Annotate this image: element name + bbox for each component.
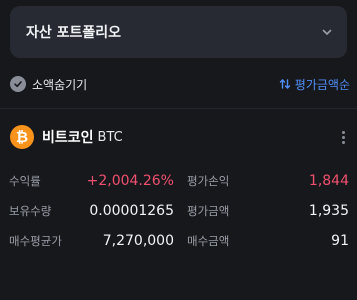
avg-price-value: 7,270,000 (102, 233, 174, 249)
portfolio-toolbar: 소액숨기기 평가금액순 (10, 72, 350, 96)
quantity-label: 보유수량 (9, 204, 52, 218)
stat-row-average: 매수평균가 7,270,000 매수금액 91 (0, 231, 357, 251)
bitcoin-logo-icon: ₿ (10, 125, 34, 149)
stat-row-yield: 수익률 +2,004.26% 평가손익 1,844 (0, 171, 357, 191)
buy-amount-value: 91 (331, 233, 349, 249)
sort-arrows-icon (279, 75, 291, 94)
divider (0, 108, 357, 109)
more-options-icon[interactable] (336, 127, 350, 147)
pnl-value: 1,844 (308, 173, 349, 189)
portfolio-dropdown-label: 자산 포트폴리오 (26, 25, 122, 41)
coin-symbol: BTC (97, 129, 123, 145)
stat-row-quantity: 보유수량 0.00001265 평가금액 1,935 (0, 201, 357, 221)
coin-name: 비트코인 (42, 130, 94, 146)
yield-label: 수익률 (9, 174, 41, 188)
yield-value: +2,004.26% (86, 173, 174, 189)
hide-small-assets-label: 소액숨기기 (32, 77, 88, 92)
hide-small-assets-toggle[interactable]: 소액숨기기 (10, 76, 87, 93)
portfolio-dropdown[interactable]: 자산 포트폴리오 (10, 6, 347, 58)
eval-amount-label: 평가금액 (187, 204, 230, 218)
chevron-down-icon (321, 26, 333, 38)
coin-header: ₿ 비트코인 BTC (10, 124, 350, 150)
pnl-label: 평가손익 (187, 174, 230, 188)
quantity-value: 0.00001265 (89, 203, 174, 219)
check-circle-icon (10, 76, 26, 92)
avg-price-label: 매수평균가 (9, 234, 62, 248)
buy-amount-label: 매수금액 (187, 234, 230, 248)
sort-label: 평가금액순 (294, 77, 350, 92)
eval-amount-value: 1,935 (308, 203, 349, 219)
sort-by-valuation-button[interactable]: 평가금액순 (279, 75, 350, 94)
